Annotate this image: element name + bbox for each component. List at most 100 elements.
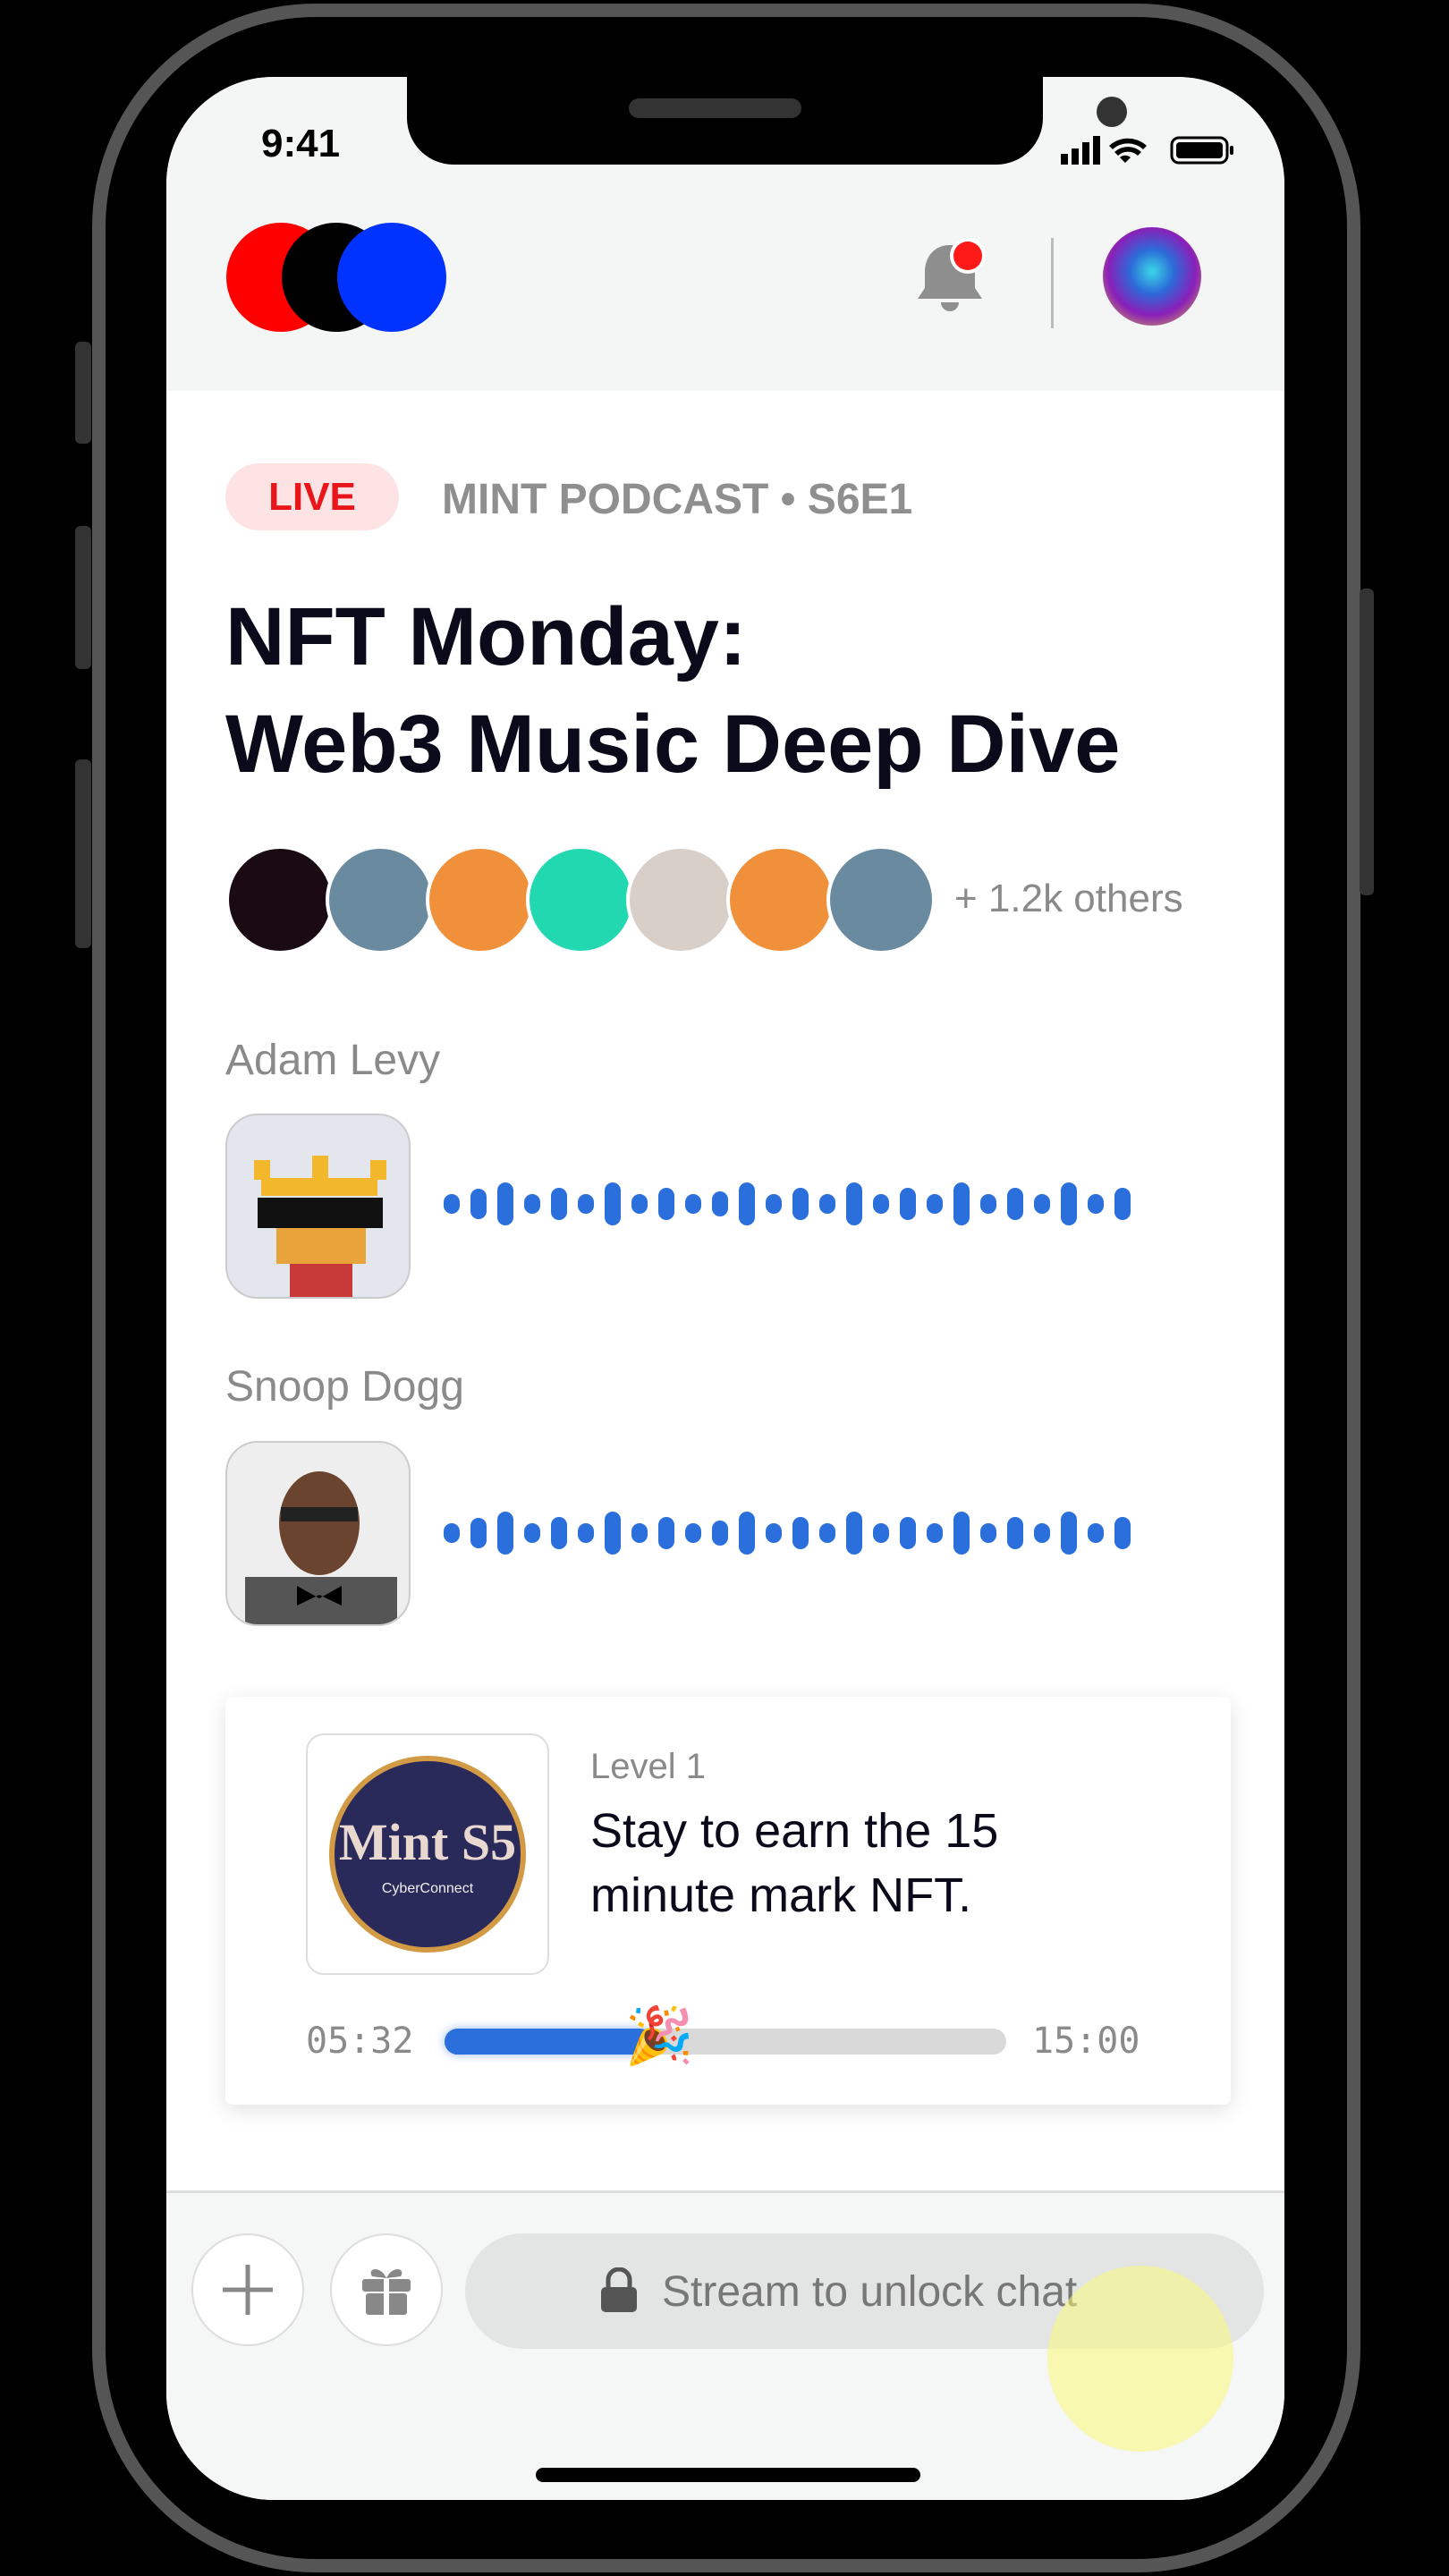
waveform-bar	[873, 1194, 889, 1214]
waveform-bar	[1034, 1194, 1050, 1214]
waveform-bar	[927, 1523, 943, 1543]
power-button	[1360, 589, 1374, 895]
waveform-bar	[953, 1512, 970, 1555]
waveform-bar	[524, 1523, 540, 1543]
waveform-bar	[578, 1523, 594, 1543]
speaker-grill	[629, 98, 801, 118]
speaker-avatar[interactable]	[225, 1114, 411, 1299]
waveform-bar	[766, 1523, 782, 1543]
camera-icon	[1097, 97, 1127, 127]
waveform-bar	[1007, 1188, 1023, 1220]
signal-wifi-battery-icon	[1061, 136, 1233, 165]
waveform-bar	[980, 1523, 996, 1543]
title-line-2: Web3 Music Deep Dive	[225, 699, 1121, 790]
volume-down-button	[75, 759, 91, 948]
waveform-bar	[685, 1194, 701, 1214]
show-episode: MINT PODCAST • S6E1	[442, 476, 913, 523]
waveform-bar	[846, 1512, 862, 1555]
waveform-bar	[497, 1182, 513, 1225]
status-time: 9:41	[261, 122, 341, 165]
waveform-bar	[685, 1523, 701, 1543]
waveform-bar	[658, 1517, 674, 1549]
speaker-name: Snoop Dogg	[225, 1363, 464, 1411]
waveform-bar	[631, 1194, 648, 1214]
home-indicator[interactable]	[536, 2468, 920, 2482]
profile-avatar[interactable]	[1103, 227, 1201, 326]
listener-avatar[interactable]	[225, 845, 335, 954]
waveform-bar	[470, 1518, 487, 1548]
listeners-count[interactable]: + 1.2k others	[954, 877, 1183, 921]
progress-fill	[445, 2029, 652, 2055]
waveform-bar	[712, 1191, 728, 1216]
waveform-bar	[551, 1517, 567, 1549]
waveform-bar	[444, 1523, 460, 1543]
waveform-bar	[605, 1182, 621, 1225]
plus-icon	[223, 2265, 273, 2315]
speaker-avatar[interactable]	[225, 1441, 411, 1626]
notifications-button[interactable]	[914, 238, 989, 323]
listener-avatars[interactable]	[225, 845, 941, 954]
gift-button[interactable]	[330, 2233, 443, 2346]
app-logo[interactable]	[226, 223, 459, 335]
waveform-bar	[631, 1523, 648, 1543]
title-line-1: NFT Monday:	[225, 591, 747, 682]
waveform-bar	[873, 1523, 889, 1543]
waveform-bar	[819, 1523, 835, 1543]
episode-title: NFT Monday: Web3 Music Deep Dive	[225, 583, 1120, 798]
listener-avatar[interactable]	[726, 845, 835, 954]
reward-card: Mint S5 CyberConnect Level 1 Stay to ear…	[225, 1697, 1231, 2105]
waveform-bar	[712, 1521, 728, 1546]
mute-switch	[75, 342, 91, 444]
waveform-bar	[953, 1182, 970, 1225]
speaker-photo	[245, 1471, 397, 1624]
waveform-bar	[470, 1189, 487, 1219]
waveform-bar	[819, 1194, 835, 1214]
party-popper-icon: 🎉	[624, 2005, 694, 2067]
waveform-bar	[846, 1182, 862, 1225]
header-divider	[1051, 238, 1054, 328]
progress-track: 🎉	[445, 2005, 1006, 2067]
nft-image[interactable]: Mint S5 CyberConnect	[306, 1733, 549, 1975]
waveform-bar	[1088, 1194, 1104, 1214]
waveform-bar	[444, 1194, 460, 1214]
nft-title: Mint S5	[338, 1812, 517, 1871]
waveform-bar	[900, 1188, 916, 1220]
add-button[interactable]	[191, 2233, 304, 2346]
waveform-bar	[605, 1512, 621, 1555]
listener-avatar[interactable]	[526, 845, 635, 954]
total-time: 15:00	[1032, 2021, 1140, 2062]
waveform-bar	[551, 1188, 567, 1220]
reward-text: Stay to earn the 15 minute mark NFT.	[590, 1804, 999, 1922]
waveform-bar	[1114, 1517, 1131, 1549]
listener-avatar[interactable]	[826, 845, 936, 954]
chat-placeholder: Stream to unlock chat	[662, 2268, 1078, 2316]
waveform-bar	[1061, 1182, 1077, 1225]
waveform-bar	[792, 1188, 809, 1220]
waveform-bar	[658, 1188, 674, 1220]
speaker-name: Adam Levy	[225, 1037, 441, 1084]
bottom-bar: Stream to unlock chat	[166, 2190, 1284, 2500]
gift-icon	[362, 2269, 411, 2317]
listener-avatar[interactable]	[326, 845, 435, 954]
listener-avatar[interactable]	[626, 845, 735, 954]
waveform-bar	[524, 1194, 540, 1214]
waveform-bar	[927, 1194, 943, 1214]
volume-up-button	[75, 526, 91, 669]
waveform-bar	[497, 1512, 513, 1555]
status-icons	[1061, 132, 1249, 173]
waveform-bar	[1088, 1523, 1104, 1543]
waveform-bar	[739, 1512, 755, 1555]
elapsed-time: 05:32	[306, 2021, 414, 2062]
listener-avatar[interactable]	[426, 845, 535, 954]
waveform-bar	[1114, 1188, 1131, 1220]
lock-icon	[601, 2267, 637, 2312]
pixel-king-avatar	[254, 1156, 386, 1297]
notch	[407, 77, 1127, 165]
waveform-bar	[980, 1194, 996, 1214]
waveform-bar	[766, 1194, 782, 1214]
level-label: Level 1	[590, 1747, 706, 1786]
bell-icon	[918, 238, 986, 311]
nft-badge: Mint S5 CyberConnect	[329, 1756, 526, 1953]
waveform-bar	[792, 1517, 809, 1549]
notification-dot	[953, 242, 982, 270]
